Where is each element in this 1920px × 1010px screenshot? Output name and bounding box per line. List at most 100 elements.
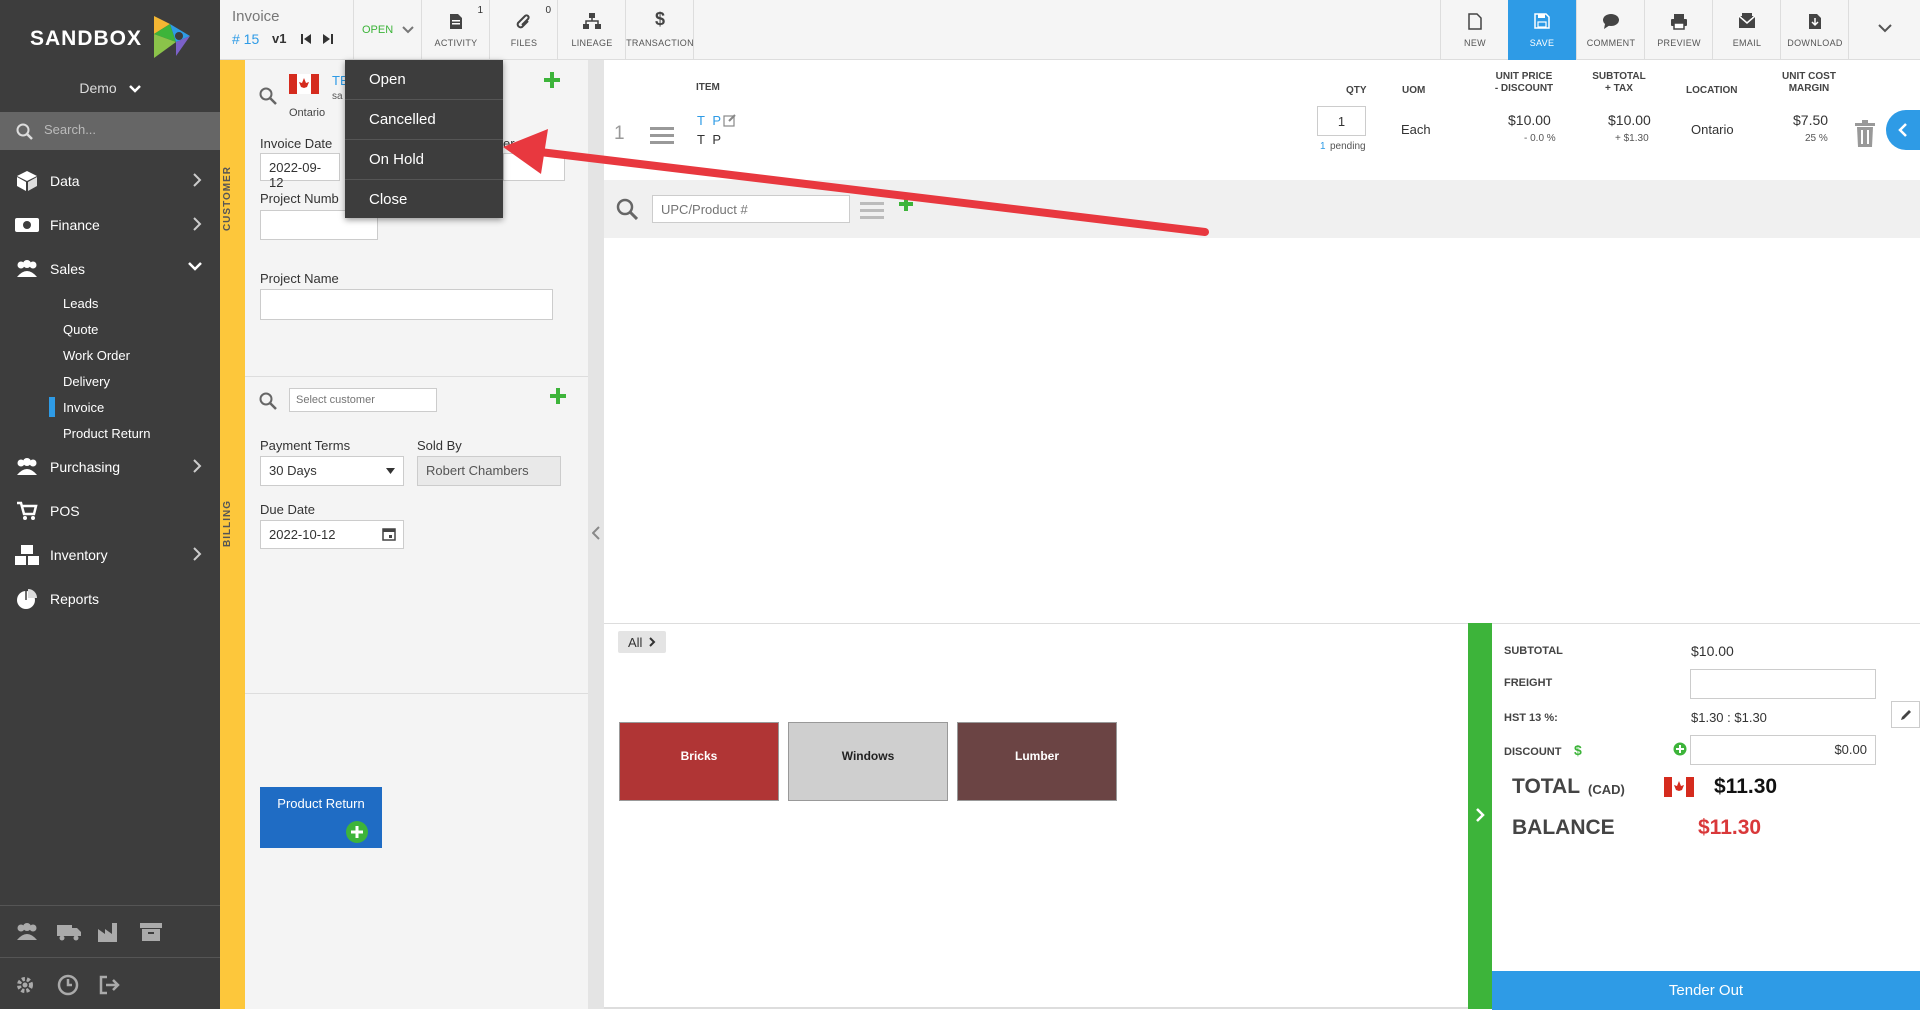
customers-icon[interactable] (14, 922, 40, 942)
sidebar-item-reports[interactable]: Reports (0, 577, 220, 621)
pie-chart-icon (12, 588, 42, 610)
sidebar-sub-product-return[interactable]: Product Return (63, 426, 150, 441)
trash-icon[interactable] (1854, 120, 1876, 148)
status-option-open[interactable]: Open (345, 60, 503, 100)
search-icon[interactable] (259, 392, 277, 410)
users-icon (12, 457, 42, 477)
balance-label: BALANCE (1512, 816, 1615, 839)
app-logo[interactable]: SANDBOX (0, 0, 220, 78)
archive-icon[interactable] (139, 922, 163, 942)
status-option-on-hold[interactable]: On Hold (345, 140, 503, 180)
logout-icon[interactable] (98, 975, 122, 995)
panel-collapse-handle[interactable] (588, 60, 604, 1009)
email-button[interactable]: EMAIL (1712, 0, 1780, 60)
unit-price-value[interactable]: $10.00 (1508, 112, 1551, 128)
truck-icon[interactable] (56, 923, 82, 941)
customer-section-label: CUSTOMER (222, 166, 233, 232)
pending-label: pending (1330, 141, 1366, 152)
pencil-icon (1901, 710, 1911, 720)
col-header-item: ITEM (696, 82, 720, 93)
sold-by-field: Robert Chambers (417, 456, 561, 486)
transaction-button[interactable]: $ TRANSACTION (625, 0, 694, 60)
line-subtotal: $10.00 (1608, 112, 1651, 128)
add-customer-icon[interactable] (544, 72, 560, 88)
status-option-close[interactable]: Close (345, 180, 503, 220)
comment-button[interactable]: COMMENT (1576, 0, 1644, 60)
due-date-label: Due Date (260, 502, 315, 517)
drag-handle-icon[interactable] (650, 126, 674, 146)
sidebar-item-finance[interactable]: Finance (0, 203, 220, 247)
sidebar-item-inventory[interactable]: Inventory (0, 533, 220, 577)
main-content: ITEM QTY UOM UNIT PRICE - DISCOUNT SUBTOT… (604, 60, 1920, 1010)
edit-icon[interactable] (723, 113, 737, 127)
org-name: Demo (79, 80, 117, 96)
add-product-icon[interactable] (899, 197, 913, 211)
product-search-bar (604, 180, 1920, 238)
other-field[interactable] (503, 153, 565, 181)
category-tile-windows[interactable]: Windows (788, 722, 948, 801)
tender-out-button[interactable]: Tender Out (1492, 971, 1920, 1010)
calendar-icon[interactable] (382, 527, 396, 541)
lineage-button[interactable]: LINEAGE (557, 0, 625, 60)
search-icon[interactable] (259, 87, 277, 105)
sidebar-item-purchasing[interactable]: Purchasing (0, 445, 220, 489)
hst-label: HST 13 %: (1504, 712, 1558, 724)
product-return-button[interactable]: Product Return (260, 787, 382, 848)
status-dropdown[interactable]: OPEN (353, 0, 421, 60)
category-breadcrumb[interactable]: All (618, 631, 667, 653)
cart-icon (12, 501, 42, 521)
gear-icon[interactable] (15, 975, 35, 995)
edit-tax-button[interactable] (1891, 701, 1920, 728)
col-header-location: LOCATION (1686, 85, 1738, 96)
org-selector[interactable]: Demo (0, 80, 220, 96)
col-header-uom: UOM (1402, 85, 1426, 96)
first-version-icon[interactable] (300, 33, 312, 45)
list-icon[interactable] (860, 202, 884, 220)
download-button[interactable]: DOWNLOAD (1780, 0, 1848, 60)
sidebar: SANDBOX Demo Data Finance Sales Leads Qu… (0, 0, 220, 1009)
payment-terms-select[interactable]: 30 Days (260, 456, 404, 486)
sidebar-item-sales[interactable]: Sales (0, 247, 220, 291)
factory-icon[interactable] (97, 921, 123, 943)
due-date-field[interactable]: 2022-10-12 (260, 520, 404, 549)
category-tile-lumber[interactable]: Lumber (957, 722, 1117, 801)
save-button[interactable]: SAVE (1508, 0, 1576, 60)
clock-icon[interactable] (57, 974, 79, 996)
sidebar-sub-invoice[interactable]: Invoice (48, 397, 104, 417)
project-name-field[interactable] (260, 289, 553, 320)
col-header-qty: QTY (1346, 85, 1367, 96)
invoice-date-field[interactable]: 2022-09-12 (260, 153, 340, 190)
new-button[interactable]: NEW (1440, 0, 1508, 60)
discount-input[interactable]: $0.00 (1690, 735, 1876, 765)
totals-panel: SUBTOTAL $10.00 FREIGHT HST 13 %: $1.30 … (1492, 623, 1920, 1010)
sidebar-search-input[interactable] (44, 122, 204, 137)
freight-input[interactable] (1690, 669, 1876, 699)
expand-panel-tab[interactable] (1886, 110, 1920, 150)
add-discount-icon[interactable] (1673, 742, 1687, 756)
product-search-input[interactable] (652, 195, 850, 223)
last-version-icon[interactable] (322, 33, 334, 45)
status-option-cancelled[interactable]: Cancelled (345, 100, 503, 140)
add-billing-icon[interactable] (550, 388, 566, 404)
sidebar-item-label: Finance (50, 217, 100, 233)
item-code-link[interactable]: T P (697, 113, 723, 128)
pending-count[interactable]: 1 (1320, 141, 1326, 152)
sidebar-sub-delivery[interactable]: Delivery (63, 374, 110, 389)
sidebar-item-data[interactable]: Data (0, 159, 220, 203)
totals-collapse-tab[interactable] (1468, 623, 1492, 1009)
sidebar-item-pos[interactable]: POS (0, 489, 220, 533)
billing-customer-input[interactable] (289, 388, 437, 412)
sidebar-sub-leads[interactable]: Leads (63, 296, 98, 311)
qty-input[interactable]: 1 (1317, 106, 1366, 136)
more-menu-button[interactable] (1848, 0, 1920, 60)
discount-label: DISCOUNT (1504, 746, 1562, 758)
preview-button[interactable]: PREVIEW (1644, 0, 1712, 60)
location-value[interactable]: Ontario (1691, 122, 1734, 137)
sidebar-sub-work-order[interactable]: Work Order (63, 348, 130, 363)
category-tile-bricks[interactable]: Bricks (619, 722, 779, 801)
activity-button[interactable]: 1 ACTIVITY (421, 0, 489, 60)
files-button[interactable]: 0 FILES (489, 0, 557, 60)
dollar-toggle-icon[interactable]: $ (1574, 742, 1582, 758)
sidebar-sub-quote[interactable]: Quote (63, 322, 98, 337)
search-icon[interactable] (616, 198, 638, 220)
